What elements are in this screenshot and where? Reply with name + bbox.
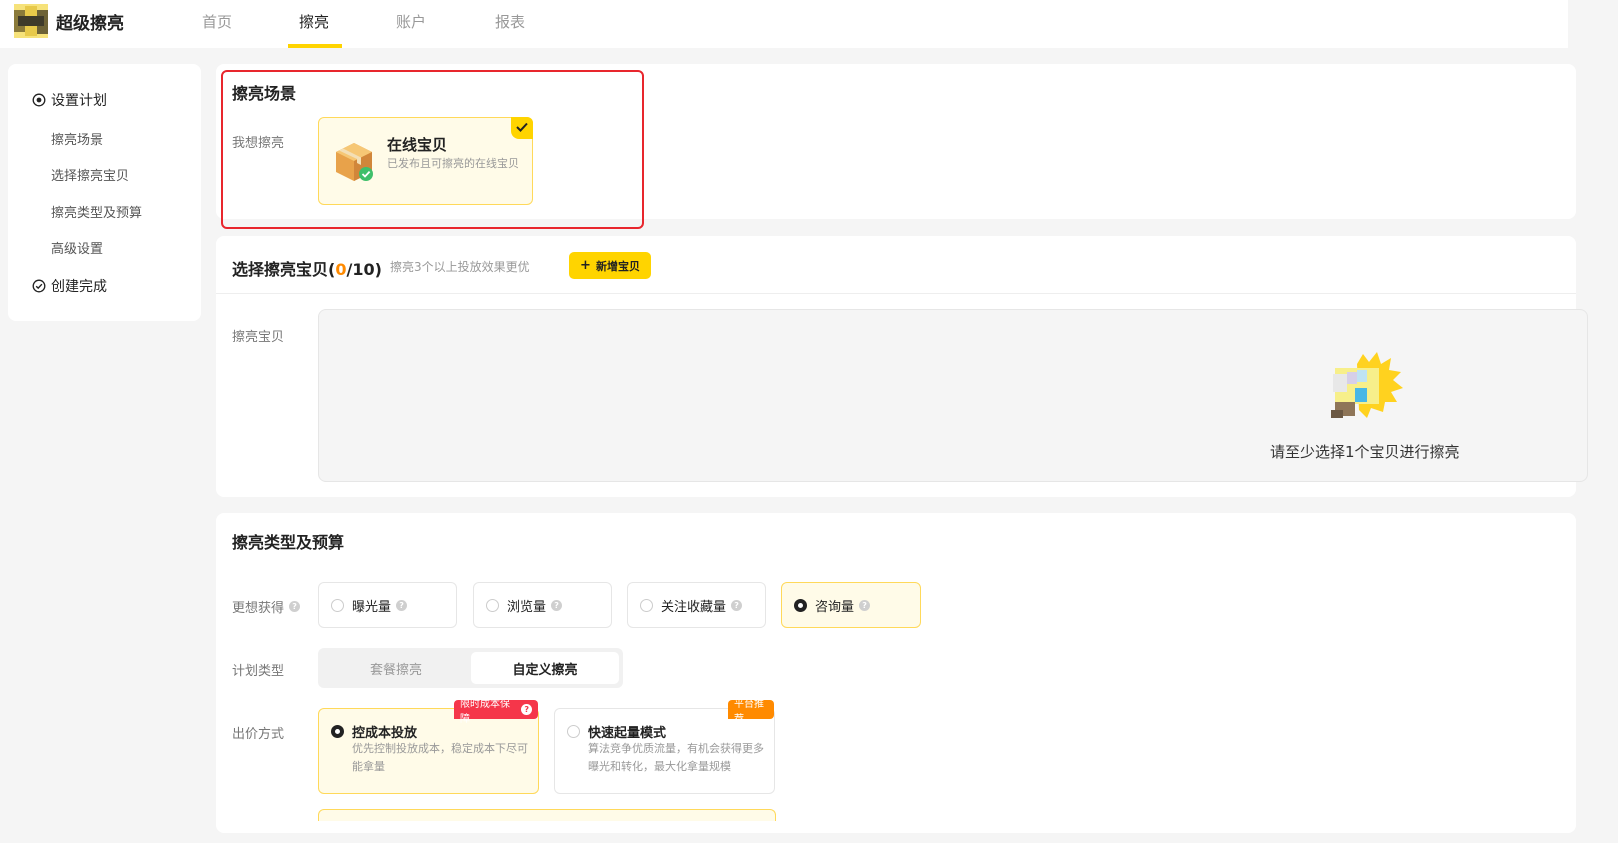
help-icon[interactable]: ? [731,599,743,611]
radio-icon [567,725,580,738]
nav-tab-account[interactable]: 账户 [396,11,426,32]
plan-type-switch: 套餐擦亮 自定义擦亮 [318,648,623,688]
empty-items-text: 请至少选择1个宝贝进行擦亮 [1270,443,1460,461]
items-label: 擦亮宝贝 [232,330,285,345]
sidebar-item-scene[interactable]: 擦亮场景 [51,129,103,148]
scene-option-online-item[interactable]: 在线宝贝 已发布且可擦亮的在线宝贝 [318,117,533,205]
goal-option-exposure[interactable]: 曝光量? [318,582,457,628]
plus-icon: + [580,258,591,273]
sidebar-item-select-items[interactable]: 选择擦亮宝贝 [51,165,129,184]
bid2-title: 快速起量模式 [588,726,667,741]
plan-type-label: 计划类型 [232,664,285,679]
step-sidebar: 设置计划 擦亮场景 选择擦亮宝贝 擦亮类型及预算 高级设置 创建完成 [8,64,201,321]
goal-option-follow[interactable]: 关注收藏量? [627,582,766,628]
help-icon[interactable]: ? [859,599,871,611]
radio-icon [640,598,653,612]
step-setup-plan-label: 设置计划 [51,93,107,109]
top-bar: 超级擦亮 首页 擦亮 账户 报表 [0,0,1568,48]
check-icon [516,122,528,132]
select-items-section: 选择擦亮宝贝(0/10) 擦亮3个以上投放效果更优 + 新增宝贝 擦亮宝贝 请至少… [216,236,1588,497]
sidebar-item-type-budget[interactable]: 擦亮类型及预算 [51,202,142,221]
platform-recommend-tag: 平台推荐 [728,699,774,725]
items-title: 选择擦亮宝贝(0/10) [232,256,382,280]
bid-option-cost-control[interactable]: 控成本投放 优先控制投放成本，稳定成本下尽可能拿量 限时成本保障? [318,699,539,794]
divider [216,293,1576,294]
goal-option-exposure-label: 曝光量 [352,599,392,615]
bid1-title: 控成本投放 [352,726,418,741]
items-max: /10) [346,260,382,279]
nav-tab-report[interactable]: 报表 [495,11,525,32]
items-hint: 擦亮3个以上投放效果更优 [390,260,530,274]
step-setup-plan[interactable]: 设置计划 [32,90,107,110]
budget-input-box[interactable] [318,809,776,821]
goal-option-inquiry[interactable]: 咨询量? [781,582,921,628]
target-icon [32,93,46,107]
radio-icon [331,598,344,612]
radio-checked-icon [794,598,807,612]
package-box-icon [336,143,373,181]
budget-title: 擦亮类型及预算 [232,533,345,552]
bid-label: 出价方式 [232,727,285,742]
scene-option-desc: 已发布且可擦亮的在线宝贝 [387,157,519,170]
help-icon[interactable]: ? [396,599,408,611]
scene-title: 擦亮场景 [232,84,297,103]
step-complete[interactable]: 创建完成 [32,276,107,296]
nav-tab-home[interactable]: 首页 [202,11,232,32]
goal-label-text: 更想获得 [232,601,285,616]
radio-checked-icon [331,725,344,738]
radio-icon [486,598,499,612]
goal-label: 更想获得? [232,597,301,616]
bid1-desc: 优先控制投放成本，稳定成本下尽可能拿量 [352,742,528,773]
mascot-illustration [1331,352,1403,418]
nav-tab-polish[interactable]: 擦亮 [299,11,329,32]
cost-guarantee-tag: 限时成本保障? [454,699,538,725]
items-title-text: 选择擦亮宝贝( [232,260,336,279]
help-icon[interactable]: ? [551,599,563,611]
scene-label: 我想擦亮 [232,136,285,151]
check-circle-icon [32,279,46,293]
items-count: 0 [335,260,347,279]
active-tab-indicator [288,44,342,48]
goal-option-follow-label: 关注收藏量 [661,599,727,615]
bid-option-fast-ramp[interactable]: 快速起量模式 算法竞争优质流量，有机会获得更多曝光和转化，最大化拿量规模 平台推… [554,699,775,794]
app-name: 超级擦亮 [56,14,124,34]
help-icon[interactable]: ? [289,601,301,612]
plan-type-custom[interactable]: 自定义擦亮 [471,652,619,684]
plan-type-package[interactable]: 套餐擦亮 [322,652,470,684]
step-complete-label: 创建完成 [51,279,107,295]
sidebar-item-advanced[interactable]: 高级设置 [51,238,103,257]
help-icon[interactable]: ? [521,704,532,715]
bid1-tag-label: 限时成本保障 [460,698,510,725]
scene-option-title: 在线宝贝 [387,136,448,154]
goal-option-views-label: 浏览量 [507,599,547,615]
add-item-label: 新增宝贝 [595,259,640,273]
goal-option-views[interactable]: 浏览量? [473,582,612,628]
app-logo [14,4,48,38]
goal-option-inquiry-label: 咨询量 [815,599,855,615]
selected-corner [511,117,533,139]
add-item-button[interactable]: + 新增宝贝 [569,252,651,279]
bid2-desc: 算法竞争优质流量，有机会获得更多曝光和转化，最大化拿量规模 [588,742,764,773]
